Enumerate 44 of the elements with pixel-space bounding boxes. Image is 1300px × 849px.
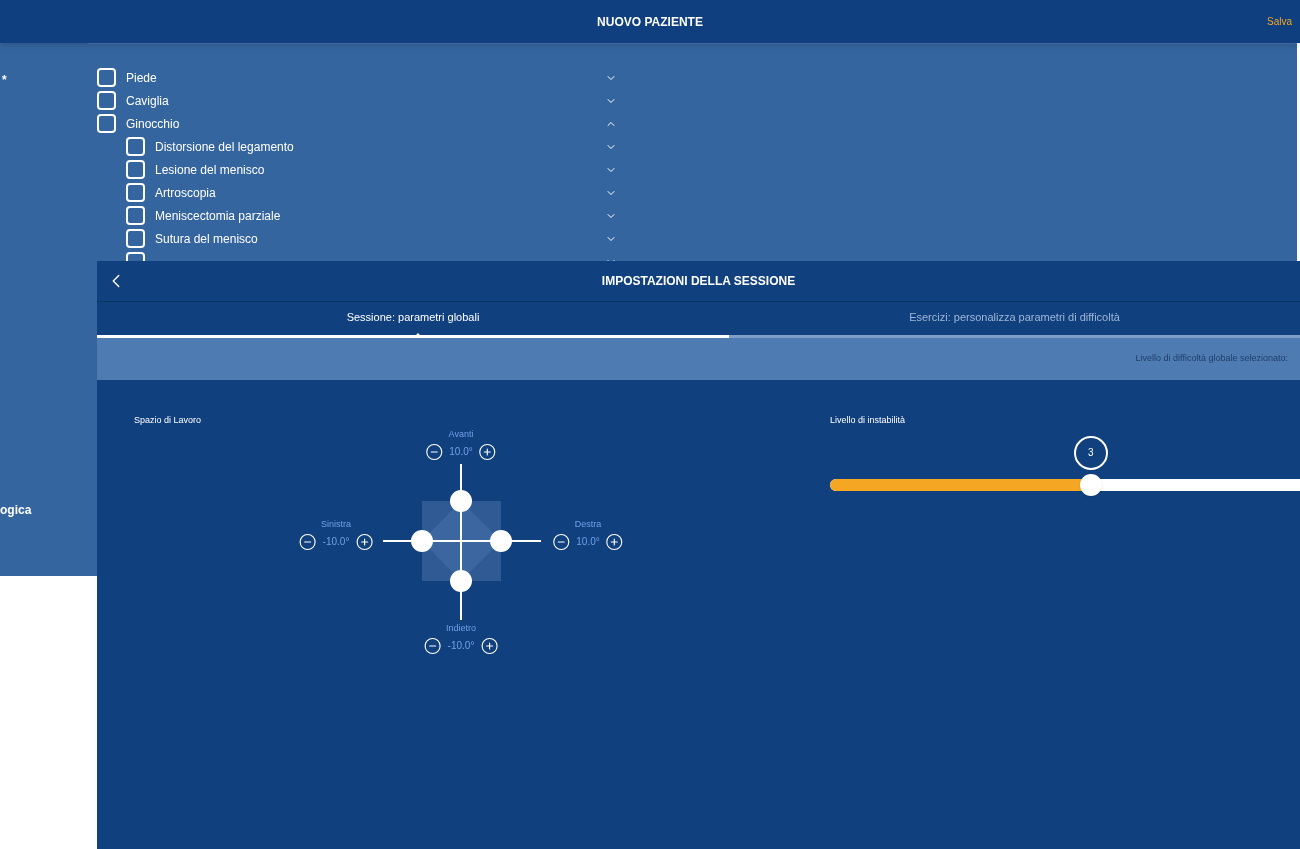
save-button[interactable]: Salva — [1267, 14, 1292, 29]
angle-value: -10.0° — [322, 535, 350, 549]
checkbox[interactable] — [126, 160, 145, 179]
direction-label: Destra — [574, 517, 602, 531]
instability-slider[interactable] — [830, 473, 1300, 496]
checkbox[interactable] — [126, 229, 145, 248]
direction-label: Sinistra — [321, 517, 351, 531]
direction-label: Indietro — [446, 621, 476, 635]
checkbox[interactable] — [126, 206, 145, 225]
checkbox[interactable] — [126, 183, 145, 202]
plus-button[interactable] — [478, 442, 497, 461]
field-label: ogica — [0, 502, 32, 519]
minus-button[interactable] — [298, 532, 317, 551]
checkbox[interactable] — [126, 137, 145, 156]
minus-button[interactable] — [552, 532, 571, 551]
minus-button[interactable] — [423, 636, 442, 655]
value-bubble: 3 — [1073, 435, 1108, 470]
workspace-diagram[interactable] — [383, 463, 541, 620]
tree-item-label: Caviglia — [126, 92, 170, 110]
info-text: Livello di difficoltà globale selezionato: — [1135, 352, 1288, 366]
tree-item-label: Lesione del menisco — [155, 161, 266, 179]
tree-item-label: Distorsione del legamento — [155, 138, 295, 156]
tree-item-label: Artroscopia — [155, 184, 217, 202]
angle-value: -10.0° — [447, 639, 475, 653]
plus-button[interactable] — [355, 532, 374, 551]
tree-item-label: Ginocchio — [126, 115, 181, 133]
checkbox[interactable] — [97, 114, 116, 133]
tree-item-label: Piede — [126, 69, 158, 87]
tree-item-label: Sutura del menisco — [155, 230, 259, 248]
slider-thumb[interactable] — [1079, 473, 1102, 496]
minus-button[interactable] — [425, 442, 444, 461]
checkbox[interactable] — [97, 68, 116, 87]
plus-button[interactable] — [605, 532, 624, 551]
angle-value: 10.0° — [449, 445, 473, 459]
checkbox[interactable] — [97, 91, 116, 110]
angle-value: 10.0° — [576, 535, 600, 549]
field-label: * — [2, 72, 7, 89]
tree-item-label: Meniscectomia parziale — [155, 207, 282, 225]
plus-button[interactable] — [480, 636, 499, 655]
section-title: Livello di instabilità — [830, 414, 907, 427]
section-title: Spazio di Lavoro — [134, 414, 203, 427]
direction-label: Avanti — [448, 427, 474, 441]
header-title: NUOVO PAZIENTE — [597, 13, 703, 31]
dialog-title: IMPOSTAZIONI DELLA SESSIONE — [601, 273, 796, 290]
